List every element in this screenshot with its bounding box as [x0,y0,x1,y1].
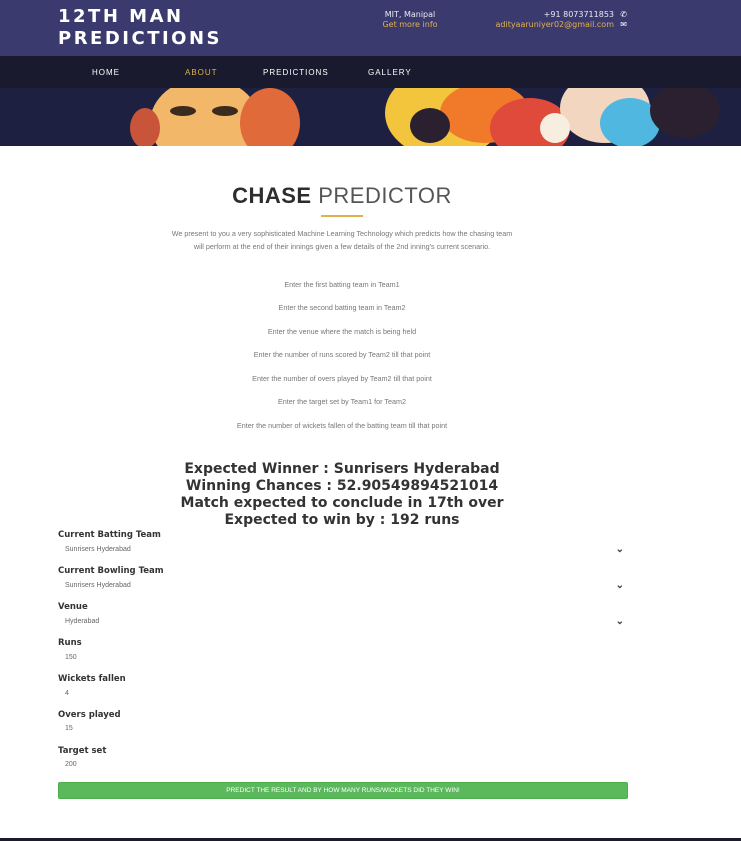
phone-icon: ✆ [620,10,627,19]
batting-team-select[interactable]: Sunrisers Hyderabad ⌄ [58,542,628,558]
phone-line[interactable]: +91 8073711853 ✆ [495,10,627,20]
prediction-result: Expected Winner : Sunrisers Hyderabad Wi… [0,461,684,529]
hint-team2: Enter the second batting team in Team2 [278,303,406,312]
wickets-label: Wickets fallen [58,674,126,684]
location-block: MIT, Manipal Get more info [360,10,460,30]
runs-input[interactable]: 150 [58,650,628,666]
page-description: We present to you a very sophisticated M… [171,229,513,251]
predict-button[interactable]: PREDICT THE RESULT AND BY HOW MANY RUNS/… [58,782,628,799]
batting-team-label: Current Batting Team [58,530,161,540]
hint-target: Enter the target set by Team1 for Team2 [278,397,406,406]
title-light: PREDICTOR [318,183,452,208]
bowling-team-label: Current Bowling Team [58,566,164,576]
bowling-team-select[interactable]: Sunrisers Hyderabad ⌄ [58,578,628,594]
more-info-link[interactable]: Get more info [360,20,460,30]
overs-input[interactable]: 15 [58,721,628,737]
main-nav: HOME ABOUT PREDICTIONS GALLERY [0,56,741,88]
result-conclude: Match expected to conclude in 17th over [180,495,504,511]
venue-select[interactable]: Hyderabad ⌄ [58,614,628,630]
hint-overs: Enter the number of overs played by Team… [252,374,432,383]
result-margin: Expected to win by : 192 runs [224,512,460,528]
result-chances: Winning Chances : 52.90549894521014 [185,478,499,494]
email-line[interactable]: adityaaruniyer02@gmail.com ✉ [495,20,627,30]
target-input[interactable]: 200 [58,757,628,773]
hint-venue: Enter the venue where the match is being… [267,327,417,336]
nav-gallery[interactable]: GALLERY [368,68,412,77]
runs-label: Runs [58,638,82,648]
nav-about[interactable]: ABOUT [185,68,218,77]
result-winner: Expected Winner : Sunrisers Hyderabad [184,461,500,477]
envelope-icon: ✉ [620,20,627,29]
email-address: adityaaruniyer02@gmail.com [495,20,614,29]
wickets-input[interactable]: 4 [58,686,628,702]
hero-illustration [0,88,741,146]
chevron-down-icon: ⌄ [615,616,624,627]
nav-predictions[interactable]: PREDICTIONS [263,68,329,77]
page-title: CHASE PREDICTOR [0,183,684,209]
phone-number: +91 8073711853 [543,10,614,19]
batting-team-value: Sunrisers Hyderabad [65,546,131,553]
header-hero: HOME ABOUT PREDICTIONS GALLERY 12TH MAN … [0,0,741,146]
brand-line-1: 12TH MAN [58,6,184,27]
hint-team1: Enter the first batting team in Team1 [284,280,400,289]
venue-label: Venue [58,602,88,612]
chevron-down-icon: ⌄ [615,580,624,591]
brand-line-2: PREDICTIONS [58,28,223,49]
venue-value: Hyderabad [65,618,100,625]
target-label: Target set [58,746,107,756]
bowling-team-value: Sunrisers Hyderabad [65,582,131,589]
nav-home[interactable]: HOME [92,68,120,77]
hint-runs: Enter the number of runs scored by Team2… [253,350,431,359]
location-text: MIT, Manipal [384,10,436,19]
overs-label: Overs played [58,710,121,720]
chevron-down-icon: ⌄ [615,544,624,555]
title-bold: CHASE [232,183,312,208]
contact-block: +91 8073711853 ✆ adityaaruniyer02@gmail.c… [495,10,627,30]
title-underline [321,215,363,217]
site-logo[interactable]: 12TH MAN PREDICTIONS [58,6,222,50]
hint-wickets: Enter the number of wickets fallen of th… [236,421,448,430]
